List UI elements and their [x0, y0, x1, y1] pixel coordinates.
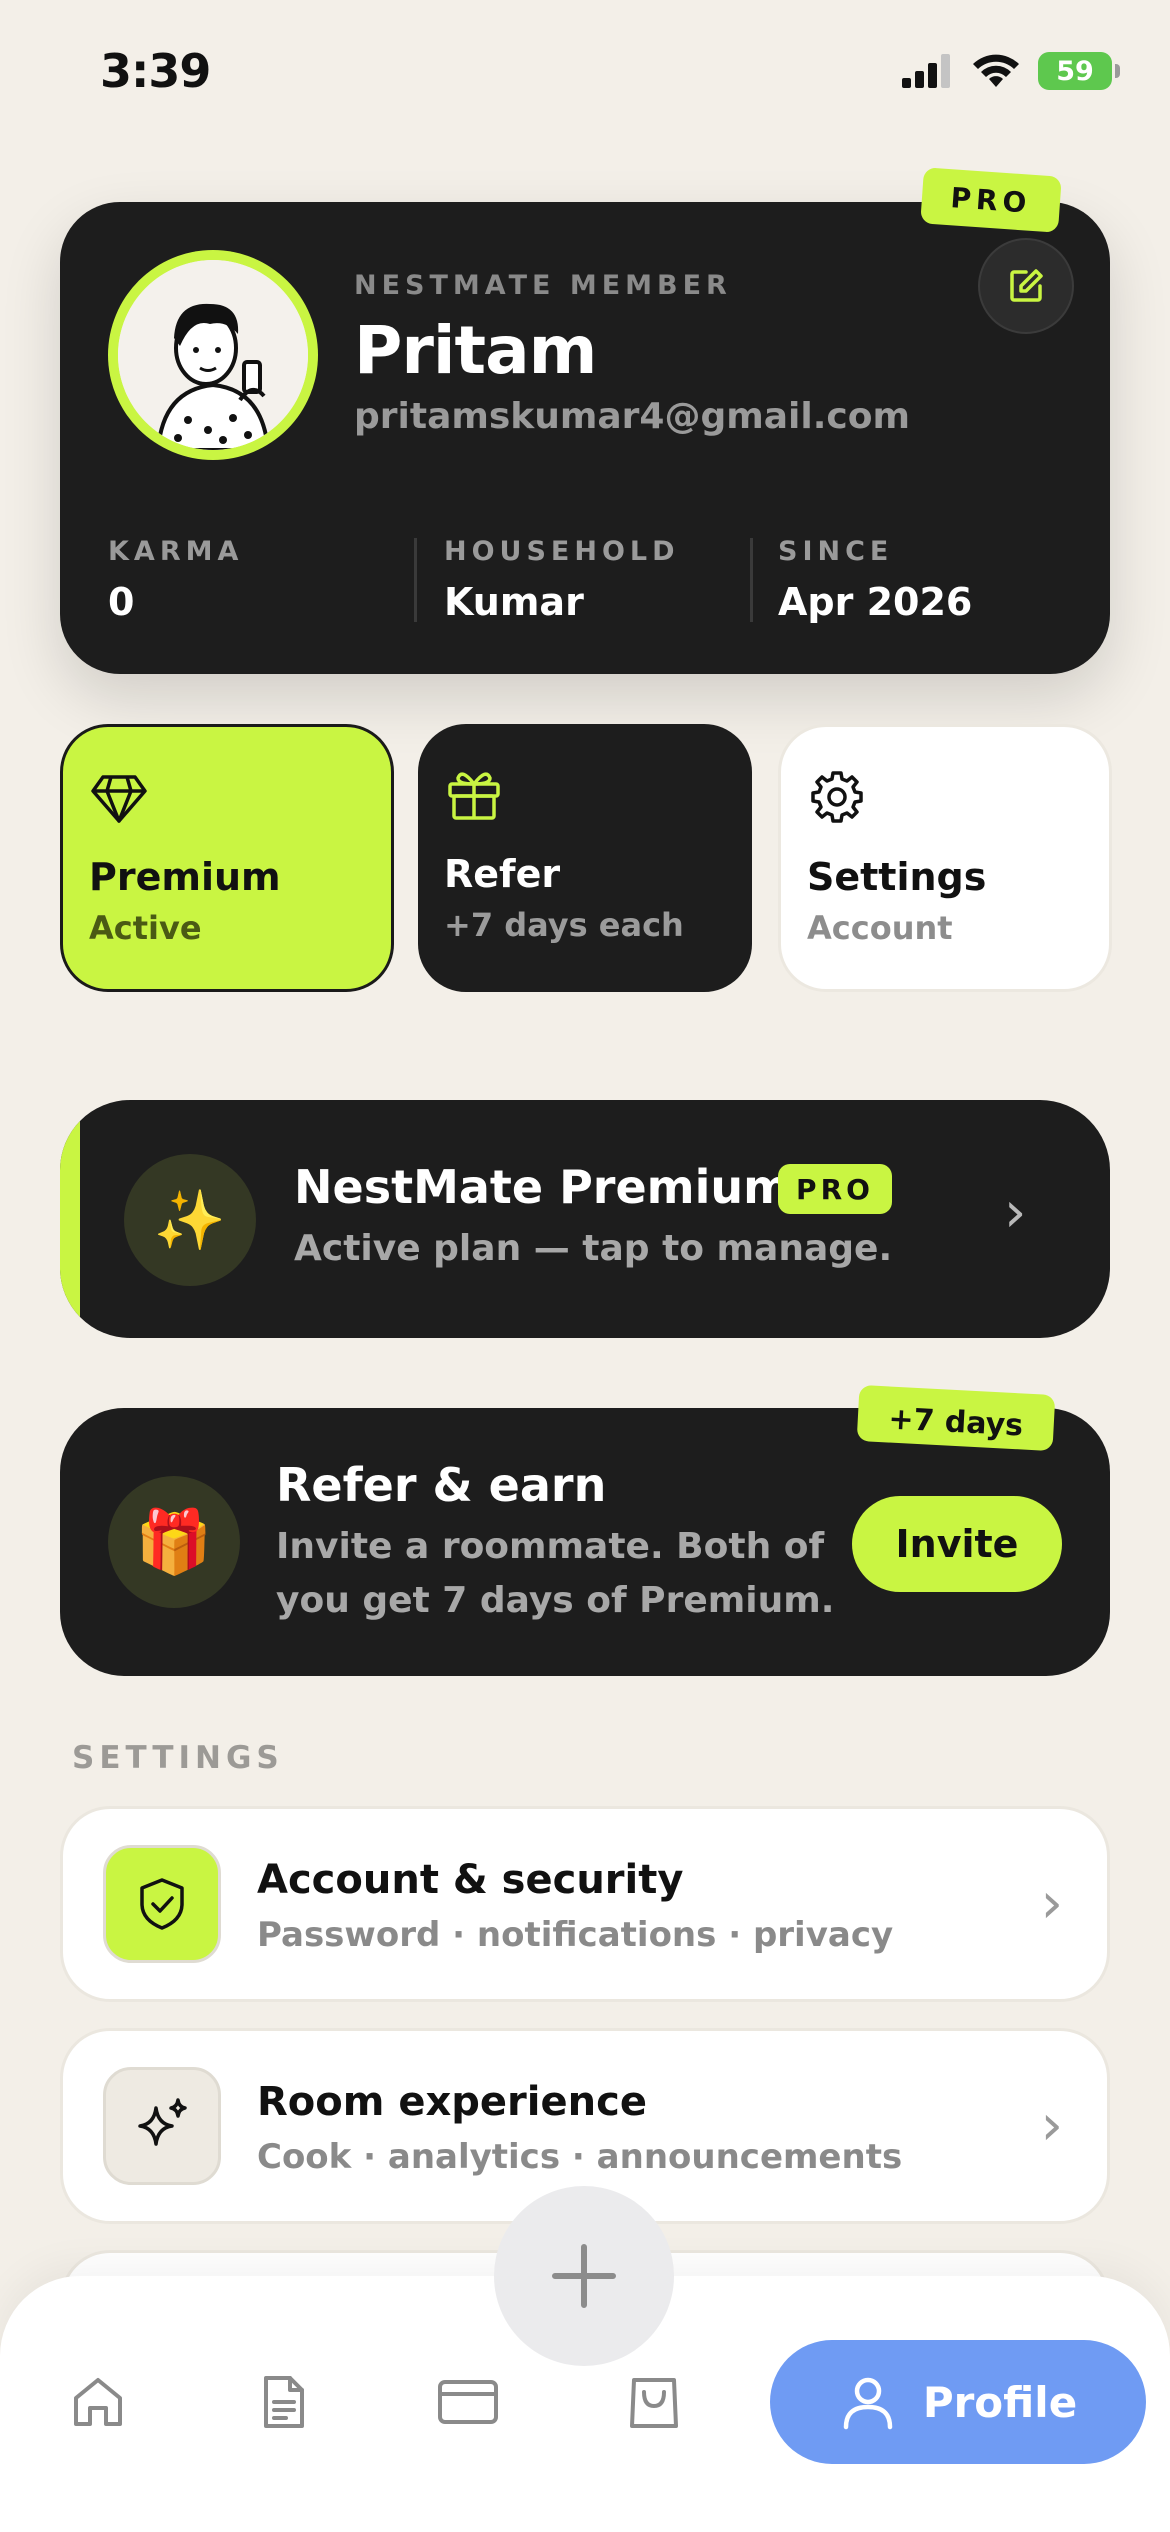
- sparkle-emoji-badge: ✨: [124, 1154, 256, 1286]
- stat-since-value: Apr 2026: [778, 580, 973, 624]
- shield-check-icon: [140, 1878, 184, 1930]
- card-icon: [438, 2380, 498, 2424]
- edit-profile-button[interactable]: [978, 238, 1074, 334]
- setting-icon-badge: [103, 1845, 221, 1963]
- nav-profile-active[interactable]: Profile: [770, 2340, 1146, 2464]
- edit-icon: [1010, 269, 1043, 302]
- tile-refer[interactable]: Refer +7 days each: [418, 724, 752, 992]
- pro-pill: PRO: [778, 1164, 892, 1214]
- premium-accent-bar: [60, 1100, 80, 1338]
- setting-title: Account & security: [257, 1857, 684, 1903]
- avatar[interactable]: [108, 250, 318, 460]
- nav-payments[interactable]: [436, 2370, 500, 2434]
- settings-section-label: SETTINGS: [72, 1740, 284, 1776]
- stat-karma-value: 0: [108, 580, 135, 624]
- tile-settings[interactable]: Settings Account: [778, 724, 1112, 992]
- profile-name: Pritam: [354, 312, 597, 389]
- stat-divider: [750, 538, 753, 622]
- invite-button[interactable]: Invite: [852, 1496, 1062, 1592]
- stat-since-label: SINCE: [778, 536, 894, 567]
- tile-premium-title: Premium: [89, 855, 281, 899]
- nav-profile-label: Profile: [922, 2377, 1078, 2427]
- gift-icon: [448, 772, 500, 820]
- plus-icon: [552, 2244, 616, 2308]
- pro-badge: PRO: [920, 167, 1062, 233]
- signal-icon: [902, 54, 950, 88]
- tile-refer-sub: +7 days each: [444, 906, 684, 944]
- user-icon: [843, 2377, 893, 2430]
- bonus-days-tag: +7 days: [856, 1384, 1056, 1452]
- stat-household-value: Kumar: [444, 580, 584, 624]
- stat-karma-label: KARMA: [108, 536, 244, 567]
- premium-subtitle: Active plan — tap to manage.: [294, 1228, 893, 1269]
- nav-home[interactable]: [66, 2370, 130, 2434]
- premium-title: NestMate Premium: [294, 1160, 792, 1214]
- nav-documents[interactable]: [252, 2370, 316, 2434]
- wifi-icon: [973, 54, 1019, 87]
- battery-indicator: 59: [1038, 52, 1120, 90]
- sparkles-icon: [138, 2098, 187, 2146]
- setting-icon-badge: [103, 2067, 221, 2185]
- tile-settings-title: Settings: [807, 855, 987, 899]
- document-icon: [264, 2376, 304, 2428]
- battery-level: 59: [1056, 55, 1094, 87]
- tile-premium[interactable]: Premium Active: [60, 724, 394, 992]
- add-button[interactable]: [494, 2186, 674, 2366]
- chevron-right-icon: ›: [1040, 1871, 1063, 1936]
- nav-shopping[interactable]: [622, 2370, 686, 2434]
- avatar-illustration: [118, 260, 308, 450]
- stat-divider: [414, 538, 417, 622]
- gear-icon: [811, 771, 863, 823]
- gift-emoji-icon: 🎁: [135, 1505, 213, 1578]
- member-label: NESTMATE MEMBER: [354, 270, 732, 301]
- gift-emoji-badge: 🎁: [108, 1476, 240, 1608]
- refer-subtitle: Invite a roommate. Both of you get 7 day…: [276, 1526, 835, 1621]
- bag-icon: [630, 2378, 678, 2428]
- profile-email: pritamskumar4@gmail.com: [354, 396, 910, 437]
- home-icon: [74, 2378, 122, 2426]
- sparkles-icon: ✨: [153, 1185, 227, 1254]
- setting-subtitle: Cook · analytics · announcements: [257, 2137, 903, 2177]
- stat-household-label: HOUSEHOLD: [444, 536, 680, 567]
- chevron-right-icon: ›: [1040, 2093, 1063, 2158]
- settings-row-account-security[interactable]: Account & security Password · notificati…: [60, 1806, 1110, 2002]
- refer-title: Refer & earn: [276, 1458, 607, 1512]
- tile-settings-sub: Account: [807, 909, 953, 947]
- diamond-icon: [91, 775, 147, 823]
- setting-title: Room experience: [257, 2079, 647, 2125]
- status-icons: 59: [902, 52, 1120, 90]
- setting-subtitle: Password · notifications · privacy: [257, 1915, 894, 1955]
- status-time: 3:39: [100, 44, 211, 98]
- tile-premium-sub: Active: [89, 909, 202, 947]
- premium-banner[interactable]: ✨ NestMate Premium PRO Active plan — tap…: [60, 1100, 1110, 1338]
- tile-refer-title: Refer: [444, 852, 561, 896]
- chevron-right-icon: ›: [1004, 1180, 1027, 1245]
